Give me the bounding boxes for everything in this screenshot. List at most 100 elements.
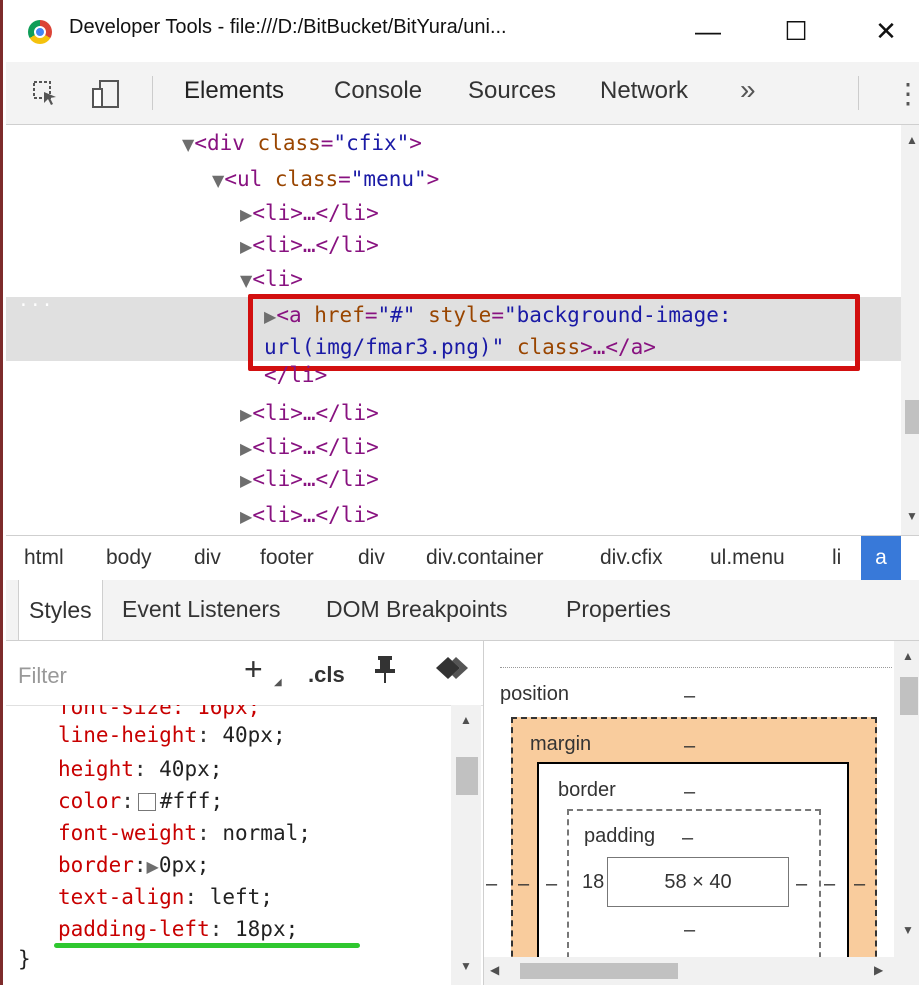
border-left-value[interactable]: –	[546, 873, 557, 896]
computed-styles-toggle-icon[interactable]	[434, 655, 470, 688]
styles-scrollbar[interactable]: ▲ ▼	[451, 705, 481, 985]
collapsed-triangle-icon[interactable]: ▶	[240, 507, 252, 526]
expand-shorthand-icon[interactable]: ▶	[147, 857, 159, 876]
css-declaration[interactable]: height: 40px;	[58, 753, 222, 785]
scroll-down-icon[interactable]: ▼	[906, 509, 918, 523]
row-dots-icon[interactable]: ···	[18, 295, 54, 316]
dom-node-li[interactable]: ▶<li>…</li>	[240, 499, 379, 531]
dom-node-div-cfix[interactable]: ▼<div class="cfix">	[182, 127, 422, 159]
expanded-triangle-icon[interactable]: ▼	[240, 271, 252, 290]
tab-styles[interactable]: Styles	[18, 580, 103, 640]
breadcrumb-div-container[interactable]: div.container	[426, 546, 544, 570]
menu-kebab-icon[interactable]: ⋮	[894, 77, 919, 110]
cls-toggle-button[interactable]: .cls	[308, 662, 345, 688]
pin-element-state-icon[interactable]	[374, 655, 396, 692]
expanded-triangle-icon[interactable]: ▼	[212, 171, 224, 190]
maximize-button[interactable]: ☐	[766, 10, 826, 52]
css-declaration[interactable]: border:▶0px;	[58, 849, 209, 881]
scrollbar-thumb[interactable]	[900, 677, 918, 715]
scrollbar-thumb[interactable]	[905, 400, 919, 434]
breadcrumb-div-cfix[interactable]: div.cfix	[600, 546, 663, 570]
property-name[interactable]: font-weight	[58, 821, 197, 845]
filter-input[interactable]: Filter	[18, 663, 67, 689]
tab-elements[interactable]: Elements	[184, 77, 284, 105]
collapsed-triangle-icon[interactable]: ▶	[240, 205, 252, 224]
breadcrumb-ul-menu[interactable]: ul.menu	[710, 546, 785, 570]
property-name[interactable]: padding-left	[58, 917, 210, 941]
property-value[interactable]: 0px;	[159, 853, 210, 877]
new-rule-plus-icon[interactable]: +	[244, 651, 263, 688]
box-model-vscrollbar[interactable]: ▲ ▼	[894, 641, 919, 985]
collapsed-triangle-icon[interactable]: ▶	[240, 439, 252, 458]
tab-event-listeners[interactable]: Event Listeners	[122, 596, 281, 623]
property-name[interactable]: height	[58, 757, 134, 781]
property-value[interactable]: normal;	[222, 821, 311, 845]
margin-value[interactable]: –	[684, 735, 695, 758]
property-name[interactable]: text-align	[58, 885, 184, 909]
property-value[interactable]: #fff;	[160, 789, 223, 813]
scrollbar-thumb[interactable]	[520, 963, 678, 979]
property-value[interactable]: 40px;	[159, 757, 222, 781]
breadcrumb-a-active[interactable]: a	[861, 536, 901, 580]
collapsed-triangle-icon[interactable]: ▶	[240, 471, 252, 490]
breadcrumb-body[interactable]: body	[106, 546, 152, 570]
breadcrumb-footer[interactable]: footer	[260, 546, 314, 570]
property-value[interactable]: left;	[210, 885, 273, 909]
breadcrumb-html[interactable]: html	[24, 546, 64, 570]
close-button[interactable]: ✕	[856, 10, 916, 52]
scroll-up-icon[interactable]: ▲	[902, 649, 914, 663]
padding-left-value[interactable]: 18	[582, 871, 604, 894]
tab-sources[interactable]: Sources	[468, 77, 556, 105]
padding-value[interactable]: –	[682, 827, 693, 850]
border-value[interactable]: –	[684, 781, 695, 804]
content-size[interactable]: 58 × 40	[607, 857, 789, 907]
css-declaration[interactable]: text-align: left;	[58, 881, 273, 913]
margin-left-value[interactable]: –	[518, 873, 529, 896]
breadcrumb-li[interactable]: li	[832, 546, 841, 570]
dom-node-li[interactable]: ▶<li>…</li>	[240, 197, 379, 229]
breadcrumb-div[interactable]: div	[358, 546, 385, 570]
scroll-right-icon[interactable]: ▶	[874, 963, 883, 977]
scroll-left-icon[interactable]: ◀	[490, 963, 499, 977]
tab-console[interactable]: Console	[334, 77, 422, 105]
scrollbar-thumb[interactable]	[456, 757, 478, 795]
breadcrumb-div[interactable]: div	[194, 546, 221, 570]
minimize-button[interactable]: —	[678, 10, 738, 52]
inspect-element-icon[interactable]	[32, 80, 58, 106]
tab-properties[interactable]: Properties	[566, 596, 671, 623]
css-declaration[interactable]: padding-left: 18px;	[58, 913, 298, 945]
dom-node-ul-menu[interactable]: ▼<ul class="menu">	[212, 163, 439, 195]
tab-network[interactable]: Network	[600, 77, 688, 105]
property-name[interactable]: border	[58, 853, 134, 877]
expanded-triangle-icon[interactable]: ▼	[182, 135, 194, 154]
scroll-down-icon[interactable]: ▼	[902, 923, 914, 937]
collapsed-triangle-icon[interactable]: ▶	[240, 237, 252, 256]
dom-node-li[interactable]: ▶<li>…</li>	[240, 463, 379, 495]
device-toolbar-icon[interactable]	[92, 80, 119, 108]
tab-dom-breakpoints[interactable]: DOM Breakpoints	[326, 596, 508, 623]
collapsed-triangle-icon[interactable]: ▶	[240, 405, 252, 424]
css-declaration[interactable]: line-height: 40px;	[58, 719, 286, 751]
css-declaration[interactable]: font-weight: normal;	[58, 817, 311, 849]
margin-right-value[interactable]: –	[854, 873, 865, 896]
scroll-up-icon[interactable]: ▲	[906, 133, 918, 147]
border-right-value[interactable]: –	[824, 873, 835, 896]
dom-node-li[interactable]: ▶<li>…</li>	[240, 431, 379, 463]
box-model-hscrollbar[interactable]: ◀ ▶	[484, 957, 894, 985]
padding-bottom-value[interactable]: –	[684, 919, 695, 942]
position-value[interactable]: –	[684, 685, 695, 708]
more-tabs-icon[interactable]: »	[740, 74, 756, 106]
color-swatch-icon[interactable]	[137, 793, 156, 811]
property-name[interactable]: line-height	[58, 723, 197, 747]
dom-node-li[interactable]: ▶<li>…</li>	[240, 229, 379, 261]
scroll-down-icon[interactable]: ▼	[460, 959, 472, 973]
property-name[interactable]: color	[58, 789, 121, 813]
position-left-value[interactable]: –	[486, 873, 497, 896]
css-declaration[interactable]: color: #fff;	[58, 785, 223, 817]
padding-right-value[interactable]: –	[796, 873, 807, 896]
dom-node-li[interactable]: ▶<li>…</li>	[240, 397, 379, 429]
scroll-up-icon[interactable]: ▲	[460, 713, 472, 727]
property-value[interactable]: 40px;	[222, 723, 285, 747]
dom-node-li-open[interactable]: ▼<li>	[240, 263, 303, 295]
dom-tree-scrollbar[interactable]: ▲ ▼	[901, 125, 919, 535]
